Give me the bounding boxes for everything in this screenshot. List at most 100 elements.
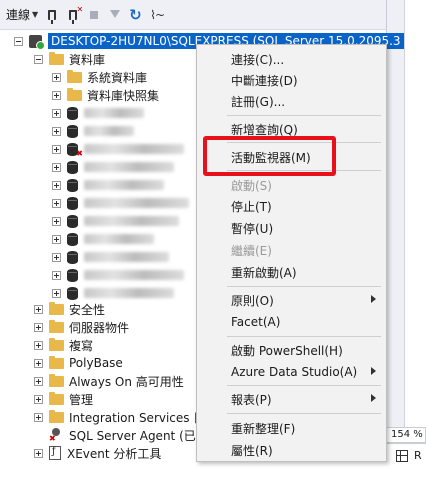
node-label: 複寫 [69, 338, 94, 353]
expand-toggle[interactable] [52, 90, 61, 100]
expand-toggle[interactable] [52, 162, 61, 172]
tree-node-database[interactable] [52, 266, 184, 284]
collapse-toggle[interactable] [14, 36, 23, 46]
tree-node-security[interactable]: 安全性 [34, 300, 105, 318]
node-label: 伺服器物件 [69, 320, 130, 335]
tree-node-database[interactable]: ✖ [52, 140, 184, 158]
refresh-icon[interactable]: ↻ [129, 7, 143, 22]
tree-node-server-objects[interactable]: 伺服器物件 [34, 318, 129, 336]
tree-node-database[interactable] [52, 104, 144, 122]
menu-item-restart[interactable]: 重新啟動(A) [197, 261, 386, 283]
menu-item-facets[interactable]: Facet(A) [197, 311, 386, 333]
results-label: R [414, 449, 422, 462]
folder-icon [49, 51, 64, 65]
menu-item-reports[interactable]: 報表(P) [197, 388, 386, 410]
tree-node-system-databases[interactable]: 系統資料庫 [52, 68, 147, 86]
menu-separator [227, 115, 381, 116]
expand-toggle[interactable] [52, 270, 61, 280]
tree-node-snapshots[interactable]: 資料庫快照集 [52, 86, 159, 104]
redacted-label [84, 180, 164, 190]
menu-item-properties[interactable]: 屬性(R) [197, 439, 386, 461]
menu-item-register[interactable]: 註冊(G)... [197, 90, 386, 112]
expand-toggle[interactable] [34, 412, 43, 422]
database-error-icon: ✖ [67, 142, 83, 158]
expand-toggle[interactable] [34, 394, 43, 404]
tree-node-database[interactable] [52, 212, 179, 230]
expand-toggle[interactable] [52, 180, 61, 190]
tree-node-database[interactable] [52, 230, 154, 248]
database-icon [67, 286, 78, 300]
expand-toggle[interactable] [52, 252, 61, 262]
chevron-down-icon: ▼ [32, 10, 39, 19]
redacted-label [84, 234, 154, 244]
expand-toggle[interactable] [52, 234, 61, 244]
tree-node-database[interactable] [52, 248, 169, 266]
expand-toggle[interactable] [52, 144, 61, 154]
expand-toggle[interactable] [34, 322, 43, 332]
redacted-label [84, 252, 169, 262]
disconnect-icon[interactable]: ✕ [66, 5, 83, 24]
tree-node-polybase[interactable]: PolyBase [34, 354, 123, 372]
redacted-label [84, 162, 174, 172]
expand-toggle[interactable] [52, 72, 61, 82]
tree-node-xevent[interactable]: XEvent 分析工具 [34, 444, 161, 462]
tree-node-integration-services[interactable]: Integration Services 目 [34, 408, 205, 426]
expand-toggle[interactable] [34, 304, 43, 314]
database-icon [67, 178, 78, 192]
expand-toggle[interactable] [34, 358, 43, 368]
database-icon [67, 214, 78, 228]
expand-toggle[interactable] [52, 108, 61, 118]
tree-node-database[interactable] [52, 122, 134, 140]
expand-toggle[interactable] [34, 376, 43, 386]
menu-item-powershell[interactable]: 啟動 PowerShell(H) [197, 339, 386, 361]
expand-toggle[interactable] [34, 340, 43, 350]
node-label: 安全性 [69, 302, 106, 317]
menu-item-disconnect[interactable]: 中斷連接(D) [197, 69, 386, 91]
tree-node-database[interactable] [52, 158, 174, 176]
redacted-label [84, 288, 174, 298]
collapse-toggle[interactable] [34, 54, 43, 64]
tree-node-management[interactable]: 管理 [34, 390, 93, 408]
redacted-label [84, 270, 184, 280]
menu-item-connect[interactable]: 連接(C)... [197, 48, 386, 70]
folder-icon [67, 87, 82, 101]
expand-toggle[interactable] [52, 288, 61, 298]
menu-item-stop[interactable]: 停止(T) [197, 195, 386, 217]
filter-icon[interactable] [108, 8, 122, 22]
activity-icon[interactable]: ⌇~ [150, 8, 165, 22]
database-icon [67, 232, 78, 246]
node-label: 資料庫 [69, 52, 106, 67]
tree-node-replication[interactable]: 複寫 [34, 336, 93, 354]
zoom-level[interactable]: 154 % [386, 427, 426, 443]
grid-icon [396, 450, 408, 462]
tree-node-database[interactable] [52, 194, 189, 212]
folder-icon [49, 409, 64, 423]
tree-node-sql-agent[interactable]: SQL Server Agent (已停 [49, 426, 208, 444]
expand-toggle[interactable] [52, 216, 61, 226]
menu-item-refresh[interactable]: 重新整理(F) [197, 417, 386, 439]
tree-node-databases[interactable]: 資料庫 [34, 50, 105, 68]
menu-item-azure-data-studio[interactable]: Azure Data Studio(A) [197, 361, 386, 383]
tree-node-database[interactable] [52, 176, 164, 194]
menu-label: 繼續(E) [231, 243, 272, 258]
menu-label: 連接(C)... [231, 52, 285, 67]
submenu-arrow-icon [371, 394, 376, 402]
expand-toggle[interactable] [52, 126, 61, 136]
menu-separator [227, 385, 381, 386]
folder-icon [67, 69, 82, 83]
expand-toggle[interactable] [34, 448, 43, 458]
right-document-area [404, 0, 426, 430]
object-explorer-toolbar: 連線 ▼ ✕ ↻ ⌇~ [0, 0, 386, 30]
connect-icon[interactable] [45, 8, 59, 24]
node-label: 資料庫快照集 [87, 88, 160, 103]
menu-item-pause[interactable]: 暫停(U) [197, 217, 386, 239]
database-icon [67, 196, 78, 210]
stop-icon[interactable] [87, 8, 101, 22]
menu-item-policies[interactable]: 原則(O) [197, 289, 386, 311]
expand-toggle[interactable] [52, 198, 61, 208]
tree-node-always-on[interactable]: Always On 高可用性 [34, 372, 184, 390]
connect-dropdown[interactable]: 連線 ▼ [6, 6, 38, 23]
folder-icon [49, 337, 64, 351]
xevent-icon [49, 446, 61, 460]
database-icon [67, 268, 78, 282]
